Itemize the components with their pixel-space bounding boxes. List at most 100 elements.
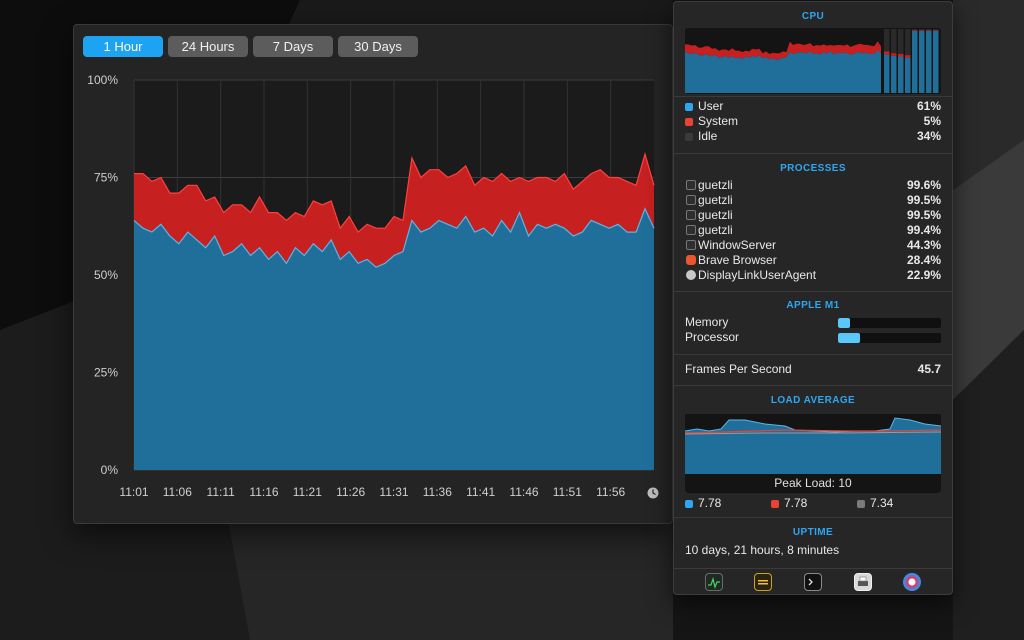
cpu-idle-row: Idle 34% [685, 129, 941, 144]
core-bar-user [898, 56, 904, 93]
user-label: User [698, 99, 724, 113]
core-bar-system [919, 30, 925, 31]
process-name: Brave Browser [698, 253, 777, 267]
process-name: DisplayLinkUserAgent [698, 268, 817, 282]
core-bar-user [884, 54, 890, 93]
uptime-row: 10 days, 21 hours, 8 minutes [685, 543, 941, 558]
process-row[interactable]: guetzli 99.5% [685, 193, 941, 208]
process-cpu: 99.4% [906, 223, 941, 237]
processes-section-title: PROCESSES [780, 163, 846, 174]
core-bar-user [912, 30, 918, 94]
core-bar-system [905, 55, 911, 58]
terminal-app-icon[interactable] [803, 573, 822, 591]
load-section-title: LOAD AVERAGE [770, 395, 856, 406]
x-tick-label: 11:56 [596, 485, 625, 499]
y-tick-label: 0% [101, 463, 119, 477]
load-15min-value: 7.34 [870, 496, 894, 510]
x-tick-label: 11:11 [207, 485, 236, 499]
terminal-icon [686, 240, 696, 250]
uptime-value: 10 days, 21 hours, 8 minutes [685, 543, 840, 557]
displaylink-icon [686, 270, 696, 280]
x-tick-label: 11:26 [336, 485, 365, 499]
core-bar-user [891, 55, 897, 93]
fps-label: Frames Per Second [685, 362, 792, 376]
load-1min: 7.78 [685, 496, 721, 511]
process-name: WindowServer [698, 238, 777, 252]
process-row[interactable]: Brave Browser 28.4% [685, 253, 941, 268]
load-1min-swatch [685, 500, 693, 508]
gpu-memory-bar [838, 318, 941, 328]
x-tick-label: 11:01 [119, 485, 148, 499]
user-swatch [685, 103, 693, 111]
cpu-history-window: 1 Hour 24 Hours 7 Days 30 Days 100% 75% 50… [73, 24, 673, 524]
uptime-section-title: UPTIME [792, 527, 834, 538]
idle-label: Idle [698, 129, 718, 143]
process-row[interactable]: guetzli 99.5% [685, 208, 941, 223]
load-1min-value: 7.78 [698, 496, 722, 510]
terminal-icon [686, 225, 696, 235]
x-tick-label: 11:16 [249, 485, 278, 499]
process-cpu: 28.4% [906, 253, 941, 267]
system-value: 5% [923, 114, 941, 128]
cpu-menu-panel: CPU User 61% System 5% Idle 34% PROCESSE… [673, 1, 953, 595]
x-tick-label: 11:36 [423, 485, 452, 499]
cpu-history-chart: 100% 75% 50% 25% 0%11:01 11:06 11:11 11:16 11:21… [87, 73, 659, 499]
process-name: guetzli [698, 223, 733, 237]
x-tick-label: 11:51 [553, 485, 582, 499]
idle-value: 34% [916, 129, 941, 143]
core-bar-system [912, 30, 918, 31]
system-info-icon[interactable] [903, 573, 922, 591]
process-name: guetzli [698, 178, 733, 192]
core-bar-system [891, 53, 897, 56]
terminal-icon [686, 210, 696, 220]
gpu-section-title: APPLE M1 [786, 300, 840, 311]
system-label: System [698, 114, 739, 128]
process-cpu: 99.6% [906, 178, 941, 192]
x-tick-label: 11:31 [379, 485, 408, 499]
y-tick-label: 75% [94, 171, 118, 185]
istat-icon[interactable] [754, 573, 773, 591]
gpu-processor-bar [838, 333, 941, 343]
process-name: guetzli [698, 193, 733, 207]
terminal-icon [686, 180, 696, 190]
x-tick-label: 11:21 [293, 485, 322, 499]
user-value: 61% [916, 99, 941, 113]
load-15min: 7.34 [857, 496, 893, 511]
load-5min-swatch [771, 500, 779, 508]
process-cpu: 99.5% [906, 193, 941, 207]
y-tick-label: 100% [87, 73, 118, 87]
process-name: guetzli [698, 208, 733, 222]
core-bar-system [884, 51, 890, 55]
gpu-memory-label: Memory [685, 315, 729, 329]
process-row[interactable]: DisplayLinkUserAgent 22.9% [685, 268, 941, 283]
y-tick-label: 25% [94, 366, 118, 380]
printer-icon[interactable] [853, 573, 872, 591]
idle-swatch [685, 133, 693, 141]
gpu-processor-fill [838, 333, 860, 343]
system-swatch [685, 118, 693, 126]
core-bar-system [898, 53, 904, 57]
app-shortcuts-bar [674, 568, 952, 594]
process-cpu: 99.5% [906, 208, 941, 222]
process-row[interactable]: WindowServer 44.3% [685, 238, 941, 253]
load-15min-swatch [857, 500, 865, 508]
cpu-section-title: CPU [801, 11, 825, 22]
cpu-user-row: User 61% [685, 99, 941, 114]
process-row[interactable]: guetzli 99.4% [685, 223, 941, 238]
process-cpu: 22.9% [906, 268, 941, 282]
activity-monitor-icon[interactable] [704, 573, 723, 591]
load-5min-value: 7.78 [784, 496, 808, 510]
peak-load: Peak Load: 10 [685, 474, 941, 493]
terminal-icon [686, 195, 696, 205]
load-5min: 7.78 [771, 496, 807, 511]
gpu-memory-fill [838, 318, 851, 328]
core-bar-user [926, 30, 932, 94]
core-bar-user [905, 57, 911, 93]
cpu-mini-graph [685, 28, 941, 94]
y-tick-label: 50% [94, 268, 118, 282]
core-bar-user [919, 30, 925, 94]
cpu-system-row: System 5% [685, 114, 941, 129]
x-tick-label: 11:46 [509, 485, 538, 499]
x-tick-label: 11:06 [163, 485, 192, 499]
process-row[interactable]: guetzli 99.6% [685, 178, 941, 193]
